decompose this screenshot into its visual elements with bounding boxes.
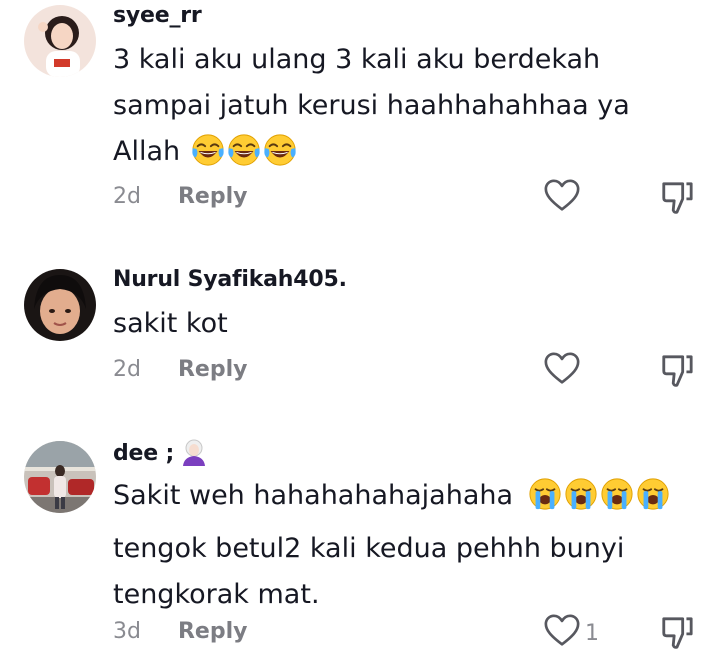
comment-line: 3 kali aku ulang 3 kali aku berdekah <box>113 44 601 75</box>
face-with-tears-of-joy-icon <box>227 133 261 182</box>
heart-icon <box>543 350 581 392</box>
heart-icon <box>543 177 581 219</box>
comment-text: sakit kot <box>113 301 703 347</box>
comment-line: Sakit weh hahahahahajahaha <box>113 480 514 511</box>
timestamp: 2d <box>113 357 141 382</box>
timestamp: 3d <box>113 619 141 644</box>
face-with-tears-of-joy-icon <box>263 133 297 182</box>
loudly-crying-face-icon <box>528 477 562 526</box>
username-text: dee ; <box>113 441 175 466</box>
reply-button[interactable]: Reply <box>178 619 248 644</box>
comment-line: sakit kot <box>113 308 228 339</box>
thumbs-down-icon <box>660 636 694 655</box>
person-white-hair-icon <box>180 438 208 472</box>
dislike-button[interactable] <box>660 613 696 653</box>
comment-line: Allah <box>113 136 181 167</box>
comment-text: Sakit weh hahahahahajahaha tengok betul2… <box>113 473 703 618</box>
thumbs-down-icon <box>660 201 694 220</box>
comment-meta: 3d Reply <box>113 619 247 644</box>
heart-icon <box>543 612 581 654</box>
comment-line: tengkorak mat. <box>113 579 320 610</box>
loudly-crying-face-icon <box>636 477 670 526</box>
avatar[interactable] <box>24 5 96 77</box>
dislike-button[interactable] <box>660 178 696 218</box>
like-button[interactable] <box>543 351 623 391</box>
comment-line: sampai jatuh kerusi haahhahahhaa ya <box>113 90 630 121</box>
reply-button[interactable]: Reply <box>178 184 248 209</box>
comment-text: 3 kali aku ulang 3 kali aku berdekah sam… <box>113 37 703 182</box>
loudly-crying-face-icon <box>600 477 634 526</box>
avatar[interactable] <box>24 269 96 341</box>
thumbs-down-icon <box>660 374 694 393</box>
avatar[interactable] <box>24 441 96 513</box>
username[interactable]: dee ; <box>113 438 208 472</box>
comment-meta: 2d Reply <box>113 357 247 382</box>
reply-button[interactable]: Reply <box>178 357 248 382</box>
like-button[interactable]: 1 <box>543 613 623 653</box>
dislike-button[interactable] <box>660 351 696 391</box>
comment-meta: 2d Reply <box>113 184 247 209</box>
timestamp: 2d <box>113 184 141 209</box>
username[interactable]: syee_rr <box>113 3 202 28</box>
like-button[interactable] <box>543 178 623 218</box>
face-with-tears-of-joy-icon <box>191 133 225 182</box>
loudly-crying-face-icon <box>564 477 598 526</box>
username[interactable]: Nurul Syafikah405. <box>113 267 347 292</box>
like-count: 1 <box>585 620 599 646</box>
comment-line: tengok betul2 kali kedua pehhh bunyi <box>113 533 625 564</box>
